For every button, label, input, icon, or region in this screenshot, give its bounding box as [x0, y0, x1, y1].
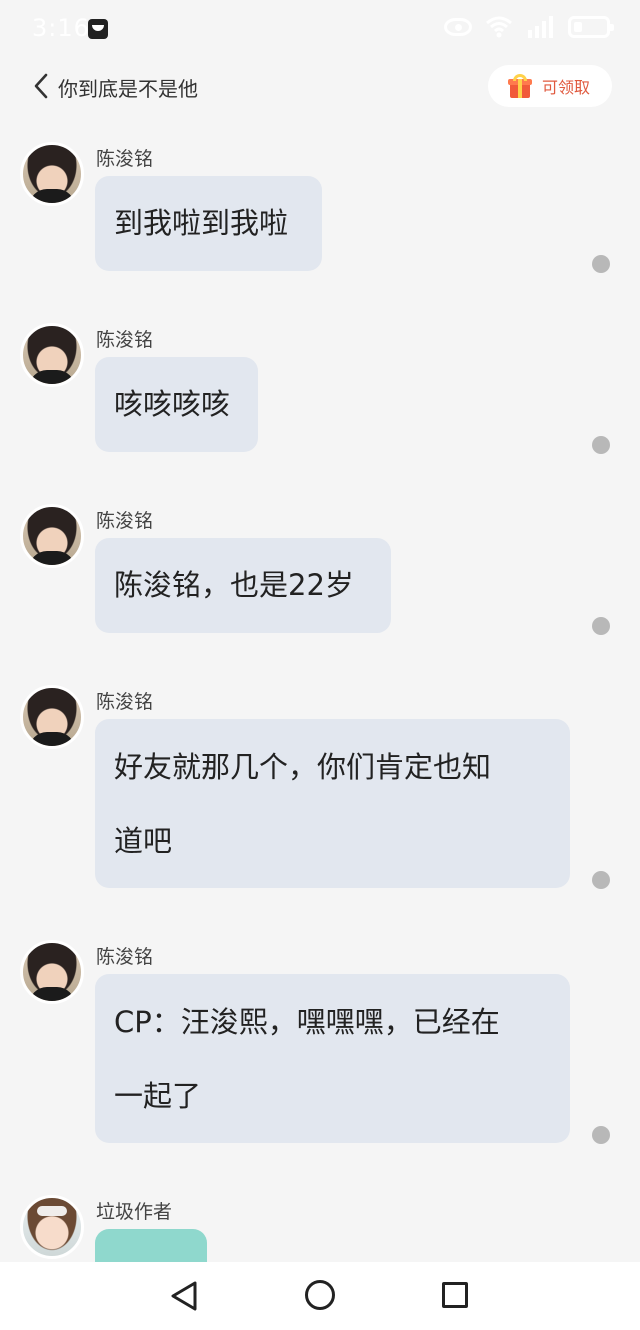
message-text-line: CP：汪浚熙，嘿嘿嘿，已经在	[114, 1005, 500, 1039]
chat-header: 你到底是不是他 可领取	[0, 60, 640, 116]
notification-app-icon	[88, 19, 108, 39]
sender-avatar[interactable]	[20, 142, 84, 206]
eye-icon	[444, 18, 472, 36]
sender-name: 陈浚铭	[96, 329, 154, 351]
read-status-dot	[592, 871, 610, 889]
status-icons	[444, 16, 614, 38]
message-text: 到我啦到我啦	[114, 206, 289, 240]
read-status-dot	[592, 617, 610, 635]
reward-claim-button[interactable]: 可领取	[488, 65, 612, 107]
message-bubble[interactable]: 陈浚铭，也是22岁	[95, 538, 391, 633]
home-circle-icon[interactable]	[305, 1280, 335, 1310]
recent-square-icon[interactable]	[442, 1282, 468, 1308]
message-bubble[interactable]: 到我啦到我啦	[95, 176, 322, 271]
message-bubble[interactable]: 咳咳咳咳	[95, 357, 258, 452]
sender-name: 陈浚铭	[96, 691, 154, 713]
signal-icon	[526, 16, 554, 38]
chevron-left-icon[interactable]	[30, 72, 54, 100]
message-text: 咳咳咳咳	[114, 387, 231, 421]
sender-avatar[interactable]	[20, 1195, 84, 1259]
sender-avatar[interactable]	[20, 940, 84, 1004]
gift-icon	[508, 74, 532, 98]
sender-avatar[interactable]	[20, 504, 84, 568]
system-nav-bar	[0, 1262, 640, 1330]
message-bubble[interactable]: CP：汪浚熙，嘿嘿嘿，已经在 一起了	[95, 974, 570, 1143]
sender-avatar[interactable]	[20, 323, 84, 387]
sender-name: 陈浚铭	[96, 510, 154, 532]
message-text-line: 一起了	[114, 1079, 202, 1113]
read-status-dot	[592, 436, 610, 454]
wifi-icon	[486, 16, 512, 38]
status-bar: 3:16	[0, 0, 640, 60]
chat-title: 你到底是不是他	[58, 77, 198, 101]
status-time: 3:16	[32, 14, 90, 42]
sender-name: 陈浚铭	[96, 148, 154, 170]
message-text: 陈浚铭，也是22岁	[114, 568, 354, 602]
read-status-dot	[592, 1126, 610, 1144]
message-bubble[interactable]: 好友就那几个，你们肯定也知 道吧	[95, 719, 570, 888]
reward-label: 可领取	[542, 78, 591, 97]
back-triangle-icon[interactable]	[170, 1280, 198, 1312]
battery-icon	[568, 16, 614, 38]
sender-name: 陈浚铭	[96, 946, 154, 968]
read-status-dot	[592, 255, 610, 273]
sender-avatar[interactable]	[20, 685, 84, 749]
message-text-line: 道吧	[114, 824, 173, 858]
sender-name: 垃圾作者	[96, 1201, 173, 1223]
message-text-line: 好友就那几个，你们肯定也知	[114, 750, 492, 784]
